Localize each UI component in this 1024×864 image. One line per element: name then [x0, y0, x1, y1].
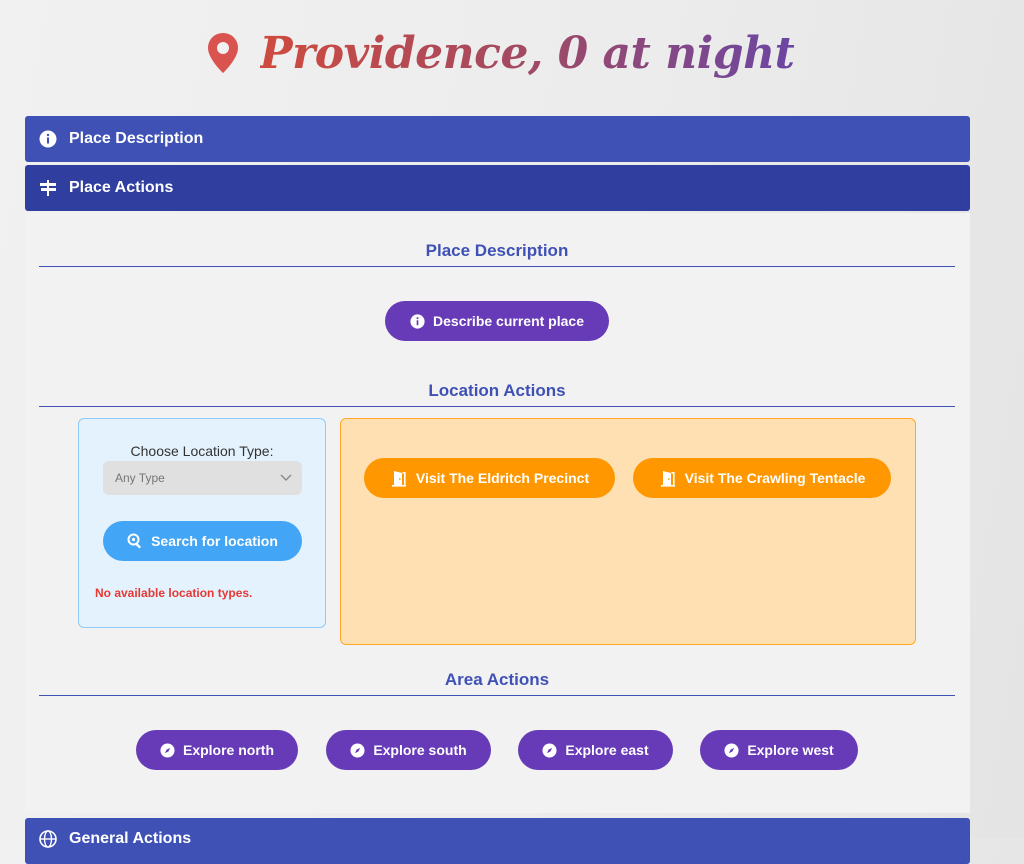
area-actions-heading: Area Actions [39, 670, 955, 696]
general-actions-accordion[interactable]: General Actions [25, 818, 970, 864]
explore-south-button[interactable]: Explore south [326, 730, 491, 770]
globe-icon [39, 830, 57, 848]
explore-north-button[interactable]: Explore north [136, 730, 298, 770]
chevron-down-icon [280, 474, 292, 482]
place-description-accordion[interactable]: Place Description [25, 116, 970, 162]
info-icon [39, 130, 57, 148]
signpost-icon [39, 179, 57, 197]
door-icon [659, 469, 677, 487]
explore-label: Explore south [373, 742, 467, 758]
page-title: Providence, 0 at night [259, 27, 795, 79]
explore-west-button[interactable]: Explore west [700, 730, 858, 770]
search-icon [127, 533, 143, 549]
place-description-heading: Place Description [39, 241, 955, 267]
describe-place-label: Describe current place [433, 313, 584, 329]
explore-label: Explore north [182, 742, 274, 758]
accordion-label: Place Actions [69, 179, 174, 196]
visit-location-label: Visit The Crawling Tentacle [684, 470, 866, 486]
page-header: Providence, 0 at night [0, 18, 1000, 88]
door-icon [390, 469, 408, 487]
info-icon [410, 313, 425, 329]
explore-east-button[interactable]: Explore east [518, 730, 673, 770]
location-actions-heading: Location Actions [39, 381, 955, 407]
location-type-select[interactable]: Any Type [103, 461, 302, 495]
explore-label: Explore east [565, 742, 649, 758]
compass-icon [724, 742, 739, 758]
search-location-button[interactable]: Search for location [103, 521, 302, 561]
place-actions-panel: Place Description Describe current place… [25, 213, 970, 813]
map-pin-icon [206, 31, 240, 75]
location-search-box: Choose Location Type: Any Type Search fo… [78, 418, 326, 628]
search-location-label: Search for location [151, 533, 278, 549]
visit-location-label: Visit The Eldritch Precinct [415, 470, 590, 486]
compass-icon [350, 742, 365, 758]
visit-location-button[interactable]: Visit The Crawling Tentacle [633, 458, 891, 498]
location-type-value: Any Type [115, 471, 165, 485]
choose-location-label: Choose Location Type: [130, 443, 274, 459]
compass-icon [542, 742, 557, 758]
place-actions-accordion[interactable]: Place Actions [25, 165, 970, 211]
explore-label: Explore west [747, 742, 834, 758]
accordion-label: Place Description [69, 130, 204, 147]
location-results-box: Visit The Eldritch Precinct Visit The Cr… [340, 418, 916, 645]
describe-place-button[interactable]: Describe current place [385, 301, 609, 341]
visit-location-button[interactable]: Visit The Eldritch Precinct [364, 458, 615, 498]
compass-icon [160, 742, 175, 758]
error-message: No available location types. [95, 586, 253, 600]
accordion-label: General Actions [69, 830, 192, 847]
